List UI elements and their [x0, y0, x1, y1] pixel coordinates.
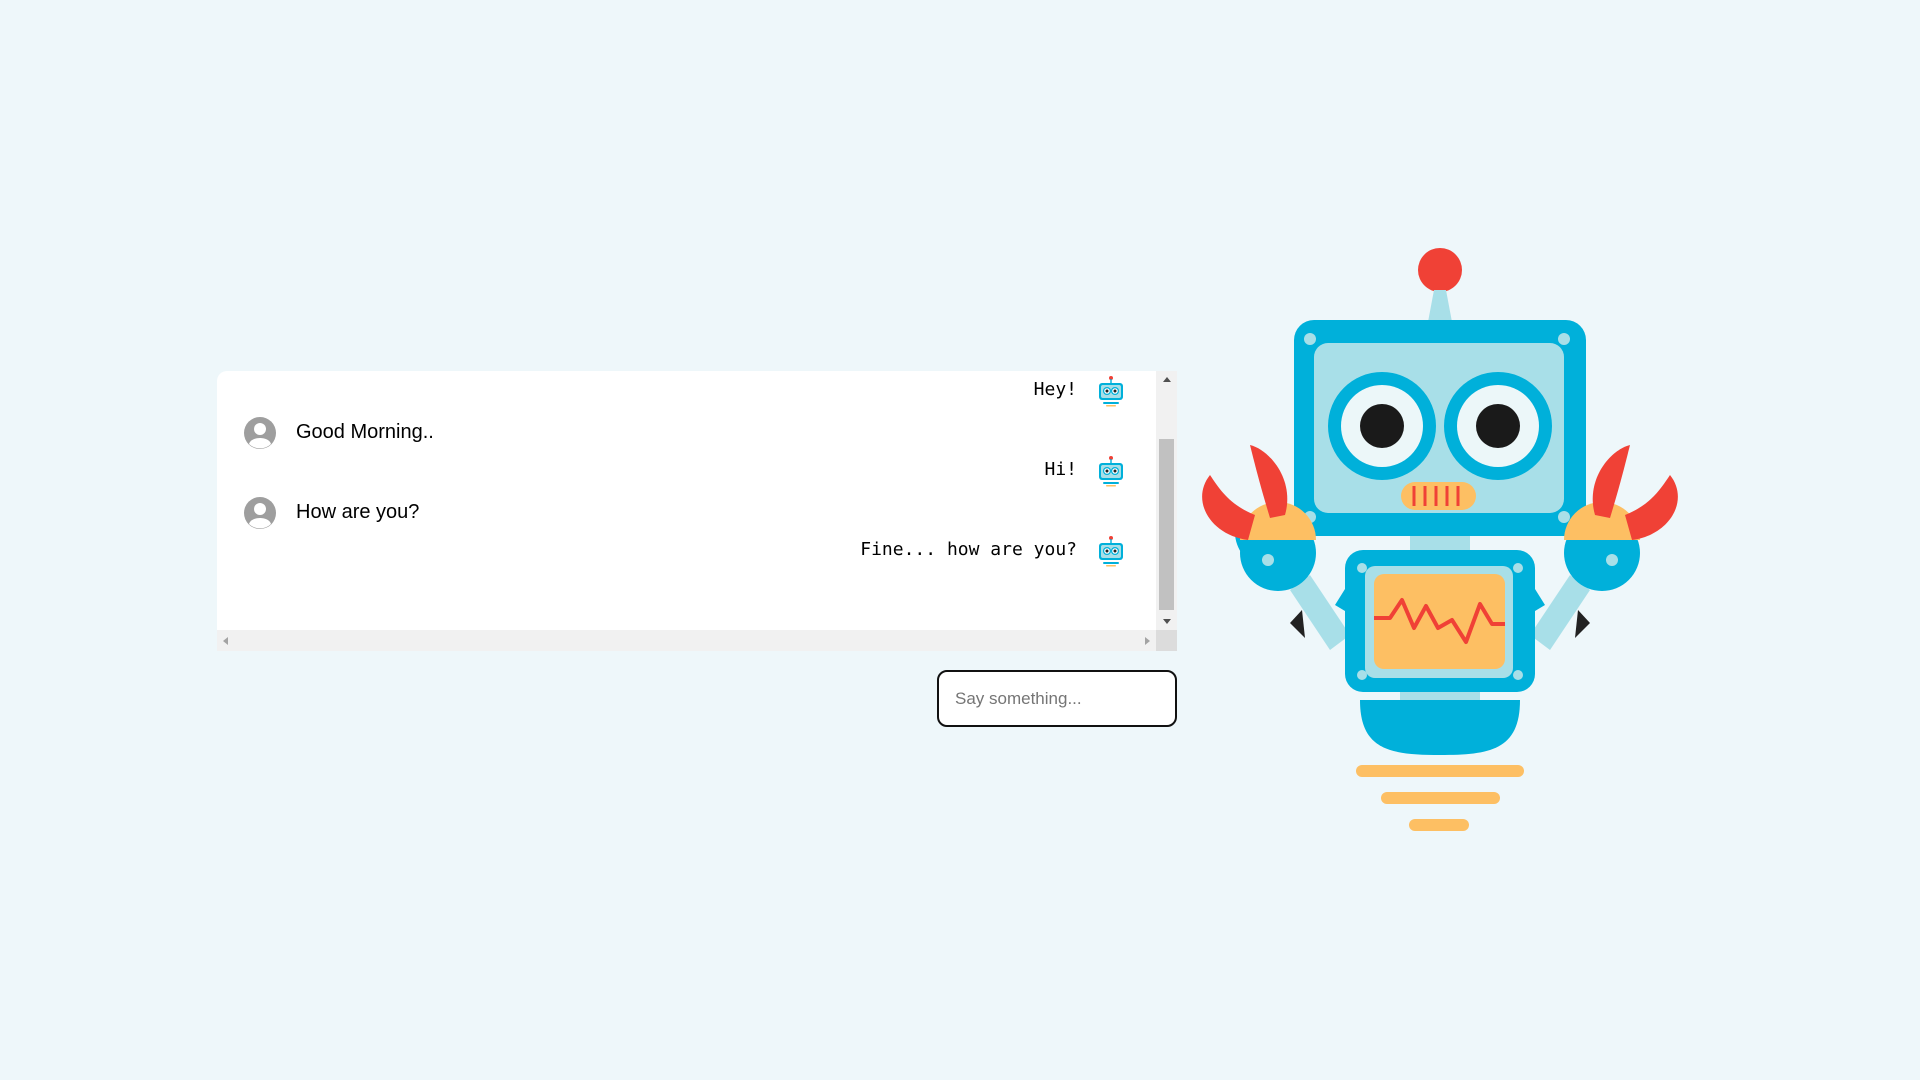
message-list[interactable]: Hey! Good Morning.. Hi! How are you? Fin…: [217, 371, 1156, 630]
bot-avatar-icon: [1099, 376, 1123, 407]
vertical-scrollbar[interactable]: [1156, 371, 1177, 630]
user-message: Good Morning..: [217, 411, 1156, 451]
bot-message: Hi!: [217, 451, 1156, 491]
user-message-text: How are you?: [296, 501, 420, 523]
scroll-down-arrow-icon[interactable]: [1156, 613, 1177, 630]
bot-avatar-icon: [1099, 536, 1123, 567]
scroll-right-arrow-icon[interactable]: [1139, 630, 1156, 651]
bot-message-text: Hi!: [1044, 459, 1077, 480]
user-message: How are you?: [217, 491, 1156, 531]
scrollbar-corner: [1156, 630, 1177, 651]
bot-avatar-icon: [1099, 456, 1123, 487]
horizontal-scrollbar[interactable]: [217, 630, 1156, 651]
user-avatar-icon: [244, 497, 276, 529]
robot-illustration: [1202, 248, 1678, 831]
bot-message-text: Hey!: [1033, 379, 1077, 400]
user-message-text: Good Morning..: [296, 421, 434, 443]
page: Hey! Good Morning.. Hi! How are you? Fin…: [0, 0, 1920, 1080]
scroll-left-arrow-icon[interactable]: [217, 630, 234, 651]
user-avatar-icon: [244, 417, 276, 449]
bot-message: Fine... how are you?: [217, 531, 1156, 571]
bot-message-text: Fine... how are you?: [860, 539, 1077, 560]
vertical-scroll-thumb[interactable]: [1159, 439, 1174, 610]
scroll-up-arrow-icon[interactable]: [1156, 371, 1177, 388]
bot-message: Hey!: [217, 371, 1156, 411]
chat-input[interactable]: [937, 670, 1177, 727]
chat-window: Hey! Good Morning.. Hi! How are you? Fin…: [217, 371, 1177, 651]
